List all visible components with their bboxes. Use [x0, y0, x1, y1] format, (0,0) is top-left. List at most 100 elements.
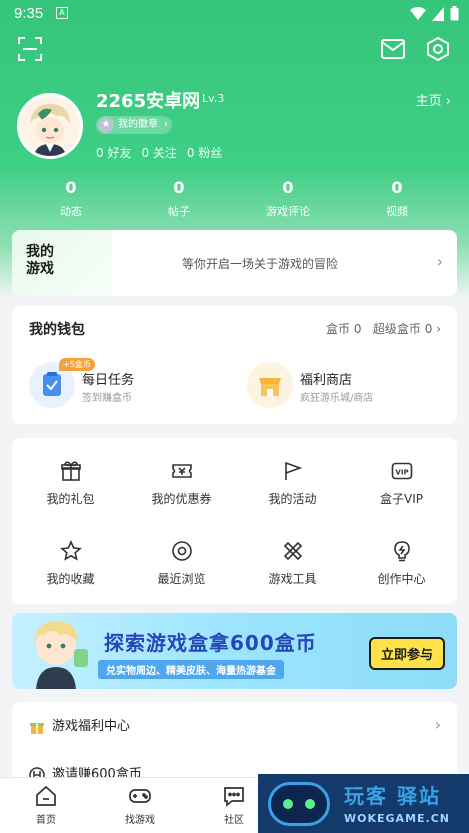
- watermark-title: 玩客 驿站: [344, 784, 441, 808]
- star-icon: [59, 540, 82, 561]
- super-coin-balance: 超级盒币 0: [372, 322, 433, 336]
- tab-community[interactable]: 社区: [204, 784, 264, 826]
- grid-label: 我的优惠券: [151, 492, 212, 506]
- stat-value: 0: [173, 178, 185, 197]
- list-item-game-welfare-center[interactable]: 游戏福利中心: [28, 715, 130, 736]
- wallet-title: 我的钱包: [29, 322, 85, 338]
- vip-icon: VIP: [391, 462, 412, 480]
- grid-item-vip[interactable]: VIP 盒子VIP: [346, 460, 457, 507]
- chevron-right-icon: ›: [164, 119, 168, 130]
- friends-count[interactable]: 0 好友: [96, 146, 131, 160]
- stat-label: 游戏评论: [266, 205, 310, 218]
- banner-headline: 探索游戏盒拿600盒币: [104, 631, 317, 655]
- home-icon: [36, 785, 56, 806]
- daily-tasks-label: 每日任务: [82, 373, 135, 388]
- stat-videos[interactable]: 0 视频: [357, 178, 437, 219]
- stat-posts-feed[interactable]: 0 动态: [31, 178, 111, 219]
- grid-item-creator[interactable]: 创作中心: [346, 540, 457, 587]
- user-level: Lv.3: [202, 92, 225, 105]
- stat-label: 帖子: [168, 205, 190, 218]
- chevron-right-icon: ›: [434, 715, 441, 734]
- status-bar: 9:35 A: [0, 0, 469, 28]
- stat-value: 0: [391, 178, 403, 197]
- watermark-domain: WOKEGAME.CN: [344, 812, 450, 825]
- welfare-shop-button[interactable]: 福利商店 疯狂游乐城/商店: [247, 362, 447, 412]
- my-games-logo-text: 我的游戏: [26, 244, 54, 277]
- list-item-label: 游戏福利中心: [52, 719, 131, 734]
- chevron-right-icon: ›: [436, 252, 443, 271]
- daily-tasks-sub: 签到赚盒币: [82, 393, 132, 404]
- daily-tasks-button[interactable]: +5盒币 每日任务 签到赚盒币: [29, 358, 229, 412]
- gift-center-icon: [30, 722, 44, 734]
- grid-label: 盒子VIP: [380, 492, 423, 506]
- social-counts: 0 好友 0 关注 0 粉丝: [96, 144, 232, 161]
- fans-count[interactable]: 0 粉丝: [187, 146, 222, 160]
- following-count[interactable]: 0 关注: [141, 146, 176, 160]
- username: 2265安卓网: [96, 91, 201, 112]
- tab-home[interactable]: 首页: [16, 784, 76, 826]
- grid-label: 最近浏览: [157, 572, 206, 586]
- stat-label: 视频: [386, 205, 408, 218]
- tools-icon: [283, 541, 302, 561]
- scan-icon[interactable]: [17, 36, 43, 62]
- flag-icon: [284, 461, 302, 480]
- signal-icon: [432, 6, 444, 21]
- wallet-coins[interactable]: 盒币 0 超级盒币 0 ›: [326, 320, 441, 337]
- my-games-logo: 我的游戏: [12, 230, 112, 296]
- my-badge-button[interactable]: ★ 我的徽章 ›: [96, 116, 172, 134]
- wifi-icon: [410, 6, 426, 20]
- settings-icon[interactable]: [425, 36, 451, 62]
- grid-item-history[interactable]: 最近浏览: [126, 540, 237, 587]
- mail-icon[interactable]: [380, 36, 406, 62]
- coupon-icon: [171, 464, 192, 478]
- grid-label: 创作中心: [377, 572, 426, 586]
- grid-item-tools[interactable]: 游戏工具: [237, 540, 348, 587]
- stat-threads[interactable]: 0 帖子: [139, 178, 219, 219]
- gamepad-icon: [129, 789, 151, 803]
- badge-star-icon: ★: [98, 117, 114, 133]
- tab-label: 找游戏: [125, 815, 155, 826]
- badge-label: 我的徽章: [118, 119, 158, 130]
- bulb-icon: [393, 541, 410, 562]
- stat-value: 0: [282, 178, 294, 197]
- system-icons: [410, 6, 459, 21]
- my-games-card[interactable]: 我的游戏 等你开启一场关于游戏的冒险 ›: [12, 230, 457, 296]
- sim-icon: A: [56, 7, 68, 19]
- gift-icon: [60, 461, 81, 481]
- shop-icon: [247, 362, 293, 408]
- wallet-card: 我的钱包 盒币 0 超级盒币 0 › +5盒币 每日任务 签到赚盒币 福利商店 …: [12, 306, 457, 424]
- stat-label: 动态: [60, 205, 82, 218]
- homepage-label: 主页: [415, 94, 442, 109]
- welfare-shop-label: 福利商店: [300, 373, 353, 388]
- tab-label: 社区: [224, 815, 244, 826]
- stat-value: 0: [65, 178, 77, 197]
- grid-label: 游戏工具: [268, 572, 317, 586]
- coin-balance: 盒币 0: [326, 322, 362, 336]
- status-time: 9:35: [14, 5, 44, 22]
- avatar[interactable]: [17, 93, 83, 159]
- tab-find-games[interactable]: 找游戏: [110, 784, 170, 826]
- eye-icon: [171, 541, 192, 561]
- battery-icon: [450, 6, 459, 21]
- svg-text:VIP: VIP: [395, 469, 408, 477]
- grid-item-gifts[interactable]: 我的礼包: [15, 460, 126, 507]
- grid-label: 我的活动: [268, 492, 317, 506]
- grid-label: 我的收藏: [46, 572, 95, 586]
- chevron-right-icon: ›: [445, 94, 451, 109]
- feature-grid: 我的礼包 我的优惠券 我的活动 VIP 盒子VIP 我的收藏 最近浏览 游戏工具…: [12, 438, 457, 604]
- grid-item-activities[interactable]: 我的活动: [237, 460, 348, 507]
- welfare-shop-sub: 疯狂游乐城/商店: [300, 393, 374, 404]
- grid-item-coupons[interactable]: 我的优惠券: [126, 460, 237, 507]
- watermark-logo: 玩客 驿站 WOKEGAME.CN: [258, 774, 469, 833]
- banner-subline: 兑实物周边、精美皮肤、海量热游基金: [98, 660, 284, 679]
- grid-label: 我的礼包: [46, 492, 95, 506]
- homepage-link[interactable]: 主页 ›: [416, 90, 451, 109]
- join-now-button[interactable]: 立即参与: [368, 637, 445, 670]
- chat-icon: [224, 787, 244, 807]
- stat-game-reviews[interactable]: 0 游戏评论: [248, 178, 328, 219]
- banner-character-illustration: [34, 621, 88, 689]
- my-games-message: 等你开启一场关于游戏的冒险: [182, 257, 339, 271]
- promo-banner[interactable]: 探索游戏盒拿600盒币 兑实物周边、精美皮肤、海量热游基金 立即参与: [12, 613, 457, 689]
- grid-item-favorites[interactable]: 我的收藏: [15, 540, 126, 587]
- robot-logo-icon: [268, 782, 330, 826]
